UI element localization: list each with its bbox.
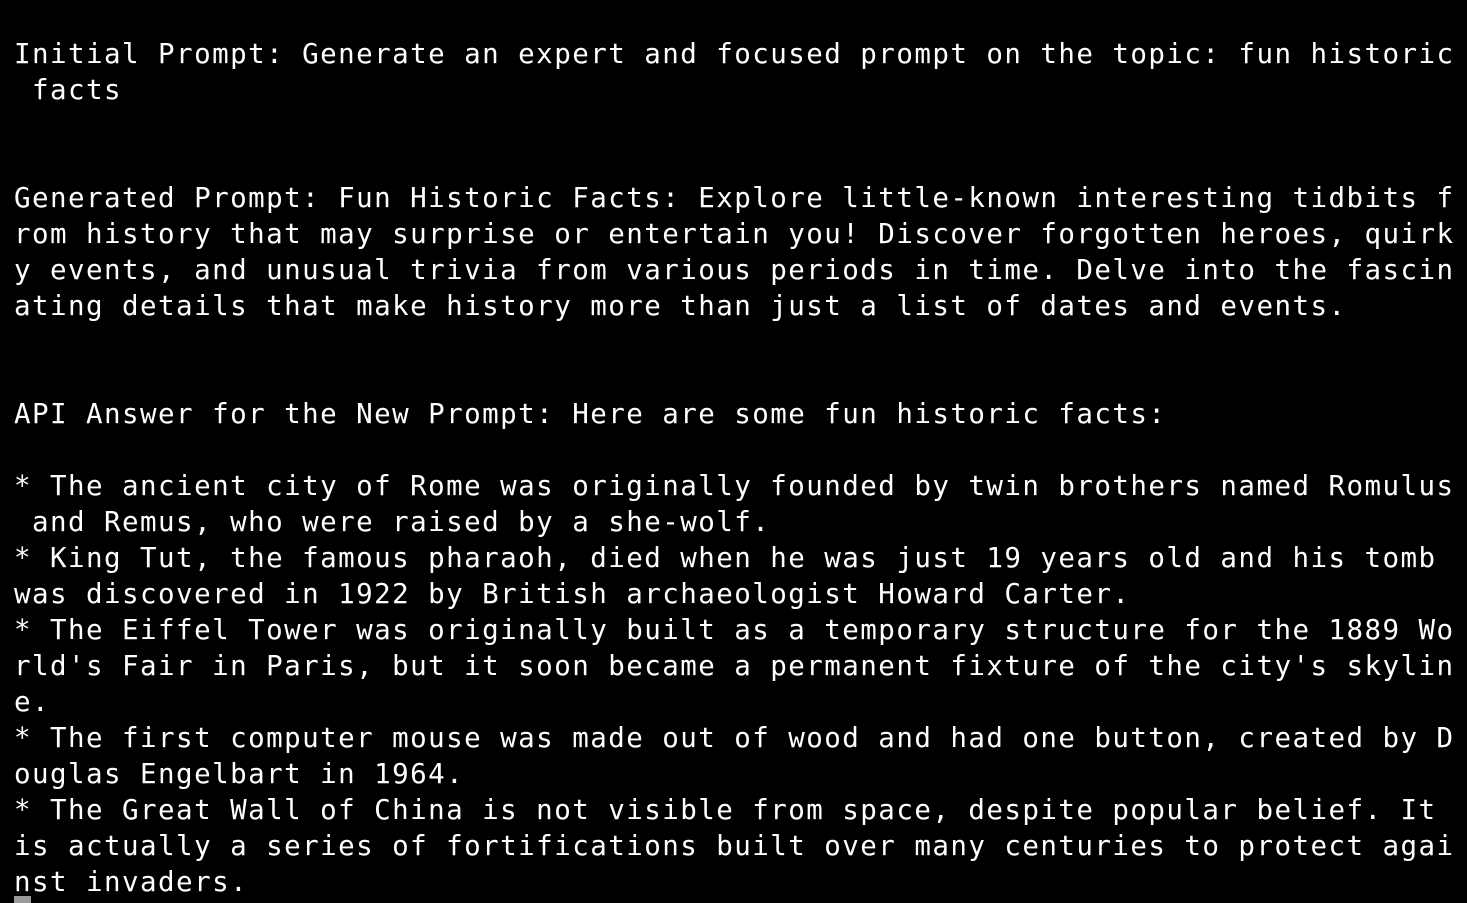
terminal-line: API Answer for the New Prompt: Here are … <box>14 398 1167 430</box>
terminal-line: ouglas Engelbart in 1964. <box>14 758 465 790</box>
terminal-line: Initial Prompt: Generate an expert and f… <box>14 38 1455 70</box>
terminal-line: * The first computer mouse was made out … <box>14 722 1455 754</box>
terminal-line: facts <box>14 74 123 106</box>
terminal-line: ating details that make history more tha… <box>14 290 1347 322</box>
terminal-line: * The ancient city of Rome was originall… <box>14 470 1455 502</box>
terminal-line: was discovered in 1922 by British archae… <box>14 578 1131 610</box>
terminal-line: * The Eiffel Tower was originally built … <box>14 614 1455 646</box>
terminal-output[interactable]: Initial Prompt: Generate an expert and f… <box>0 0 1467 903</box>
terminal-line: Generated Prompt: Fun Historic Facts: Ex… <box>14 182 1455 214</box>
terminal-line: rld's Fair in Paris, but it soon became … <box>14 650 1455 682</box>
terminal-line: * King Tut, the famous pharaoh, died whe… <box>14 542 1437 574</box>
terminal-line: rom history that may surprise or enterta… <box>14 218 1455 250</box>
terminal-line: nst invaders. <box>14 866 249 898</box>
terminal-line: y events, and unusual trivia from variou… <box>14 254 1455 286</box>
terminal-line: e. <box>14 686 51 718</box>
terminal-cursor <box>14 896 31 903</box>
terminal-line: is actually a series of fortifications b… <box>14 830 1455 862</box>
terminal-line: and Remus, who were raised by a she-wolf… <box>14 506 771 538</box>
terminal-line: * The Great Wall of China is not visible… <box>14 794 1437 826</box>
